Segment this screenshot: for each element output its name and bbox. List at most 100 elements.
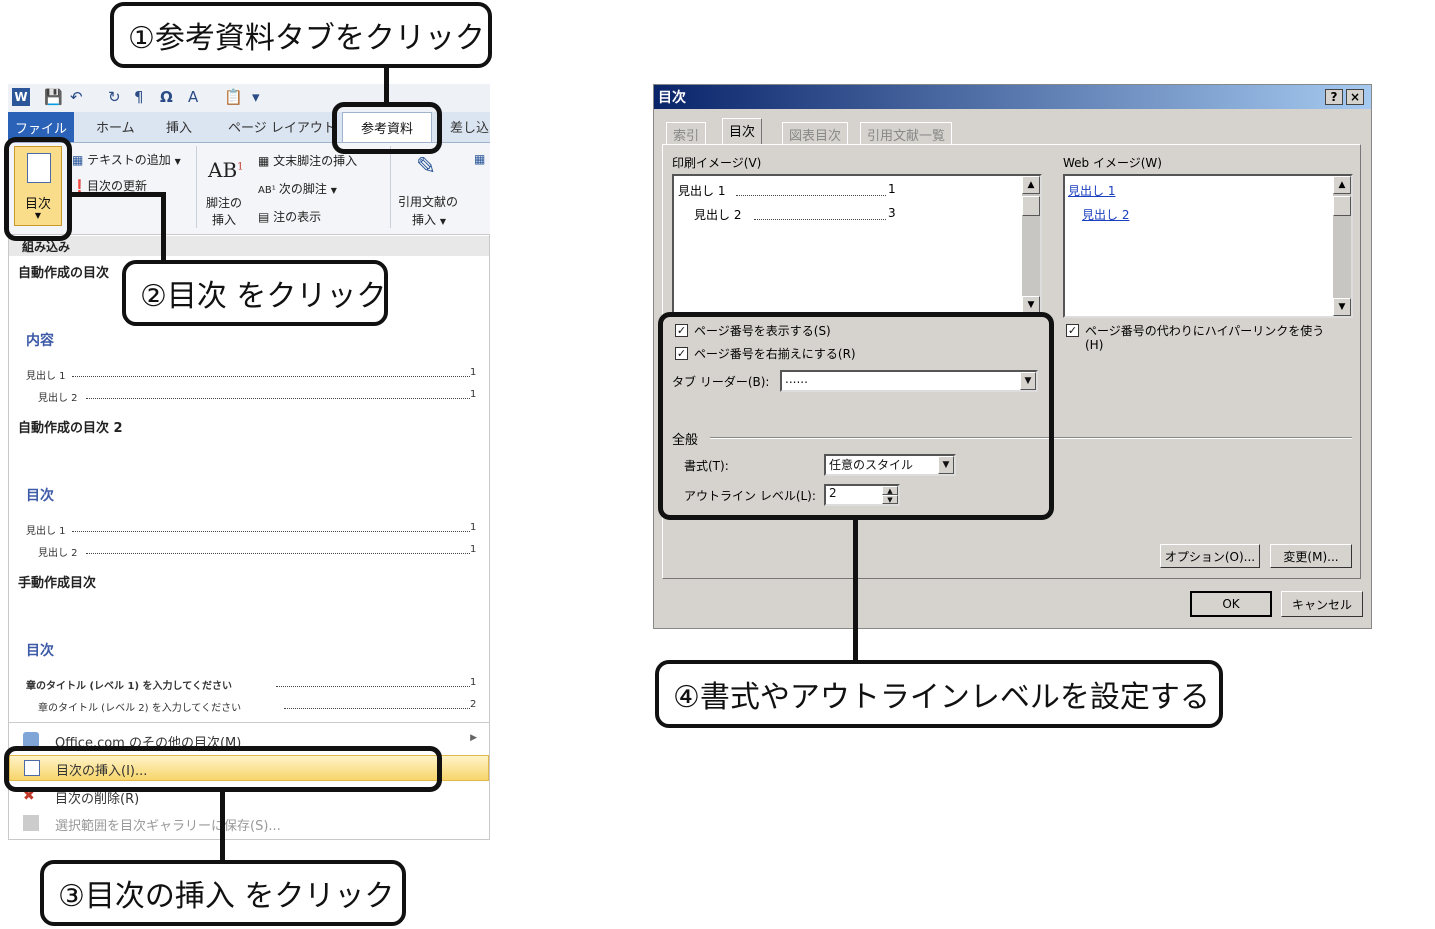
- redo-icon[interactable]: ↻: [108, 88, 121, 108]
- insert-citation-label2: 挿入 ▼: [412, 213, 446, 227]
- save-gallery-icon: [23, 815, 39, 831]
- paragraph-mark-icon[interactable]: ¶: [134, 88, 144, 108]
- tab-table-of-figures[interactable]: 図表目次: [782, 122, 849, 144]
- add-text-icon: ▦: [72, 153, 88, 167]
- web-preview-link: 見出し 1: [1068, 184, 1116, 198]
- preview-leader-dots: [736, 195, 886, 196]
- add-text-label: テキストの追加: [87, 153, 171, 167]
- hyperlinks-label: ページ番号の代わりにハイパーリンクを使う: [1085, 324, 1325, 338]
- options-button[interactable]: オプション(O)...: [1160, 544, 1260, 568]
- toc-leader-dots: [86, 553, 470, 554]
- insert-toc-highlight: [4, 746, 442, 792]
- save-selection-menu-item[interactable]: 選択範囲を目次ギャラリーに保存(S)...: [9, 811, 489, 837]
- callout-connector: [161, 192, 166, 264]
- tab-page-layout[interactable]: ページ レイアウト: [228, 117, 336, 136]
- hyperlinks-label-shortcut: (H): [1085, 338, 1104, 352]
- scroll-thumb[interactable]: [1022, 196, 1040, 216]
- chevron-right-icon: ▶: [470, 733, 477, 743]
- text-effects-icon[interactable]: A: [188, 88, 198, 108]
- toc-leader-dots: [72, 376, 470, 377]
- group-separator: [196, 146, 197, 228]
- hyperlinks-checkbox[interactable]: ✓: [1066, 324, 1079, 337]
- dropdown-arrow-icon: ▼: [330, 186, 337, 195]
- print-preview-page: 1: [888, 182, 896, 196]
- toc-line-text: 見出し 2: [38, 548, 78, 559]
- menu-divider: [9, 722, 489, 723]
- customize-qat-icon[interactable]: ▾: [252, 88, 260, 108]
- callout-step3: ③目次の挿入 をクリック: [40, 860, 406, 926]
- scroll-down-icon[interactable]: ▼: [1333, 298, 1351, 316]
- toc-line-page: 1: [470, 522, 477, 533]
- callout-connector: [70, 192, 166, 197]
- footnote-ab-icon: AB1: [208, 158, 244, 182]
- toc-line-text: 見出し 1: [26, 526, 66, 537]
- print-preview-line: 見出し 2: [694, 208, 742, 222]
- callout-step4: ④書式やアウトラインレベルを設定する: [655, 660, 1223, 728]
- toc-button-highlight: [4, 137, 72, 241]
- help-button[interactable]: ?: [1325, 89, 1343, 105]
- toc-leader-dots: [276, 686, 470, 687]
- update-toc-label: 目次の更新: [86, 179, 147, 193]
- preview-leader-dots: [754, 219, 886, 220]
- insert-footnote-button[interactable]: 脚注の: [206, 194, 242, 211]
- callout-connector: [853, 518, 858, 662]
- gallery-section-header: [9, 236, 489, 256]
- callout-connector: [220, 790, 225, 864]
- ok-button[interactable]: OK: [1190, 591, 1272, 617]
- scroll-thumb[interactable]: [1333, 196, 1351, 216]
- toc-line-text: 章のタイトル (レベル 1) を入力してください: [26, 681, 232, 692]
- toc-heading: 目次: [26, 488, 54, 504]
- callout-step1: ①参考資料タブをクリック: [110, 2, 492, 68]
- cancel-button[interactable]: キャンセル: [1281, 591, 1363, 617]
- tab-home[interactable]: ホーム: [96, 117, 135, 136]
- scroll-up-icon[interactable]: ▲: [1022, 176, 1040, 194]
- dialog-title: 目次: [654, 85, 1371, 109]
- add-text-button[interactable]: ▦ テキストの追加 ▼: [72, 151, 181, 168]
- toc-line-text: 章のタイトル (レベル 2) を入力してください: [38, 703, 242, 714]
- insert-citation-icon: ✎: [416, 152, 437, 180]
- insert-endnote-button[interactable]: ▦ 文末脚注の挿入: [258, 152, 357, 169]
- callout-step2: ②目次 をクリック: [122, 260, 388, 326]
- gallery-item-title: 手動作成目次: [18, 576, 97, 591]
- scroll-up-icon[interactable]: ▲: [1333, 176, 1351, 194]
- tab-insert[interactable]: 挿入: [166, 117, 192, 136]
- toc-leader-dots: [284, 708, 470, 709]
- symbol-omega-icon[interactable]: Ω: [160, 88, 173, 108]
- toc-line-page: 1: [470, 367, 477, 378]
- show-notes-icon: ▤: [258, 210, 274, 224]
- toc-line-page: 2: [470, 699, 477, 710]
- toc-heading: 目次: [26, 643, 54, 659]
- dropdown-arrow-icon: ▼: [174, 157, 181, 166]
- close-button[interactable]: ×: [1346, 89, 1364, 105]
- manage-sources-icon[interactable]: ▦: [474, 152, 485, 166]
- toc-leader-dots: [86, 398, 470, 399]
- dropdown-arrow-icon: ▼: [439, 217, 446, 226]
- tab-table-of-authorities[interactable]: 引用文献一覧: [860, 122, 953, 144]
- undo-icon[interactable]: ↶: [70, 88, 83, 108]
- web-preview-link: 見出し 2: [1082, 208, 1130, 222]
- toc-line-text: 見出し 2: [38, 393, 78, 404]
- web-preview-label: Web イメージ(W): [1063, 156, 1162, 170]
- format-settings-highlight: [658, 312, 1054, 520]
- update-icon: ❗: [72, 179, 87, 193]
- gallery-item-title: 自動作成の目次: [18, 266, 110, 281]
- insert-footnote-label2: 挿入: [212, 213, 237, 227]
- paste-icon[interactable]: 📋: [224, 88, 243, 108]
- tab-toc[interactable]: 目次: [722, 118, 763, 145]
- toc-line-page: 1: [470, 544, 477, 555]
- insert-citation-button[interactable]: 引用文献の: [398, 193, 458, 210]
- gallery-item-title: 自動作成の目次 2: [18, 421, 123, 436]
- next-footnote-button[interactable]: AB¹ 次の脚注 ▼: [258, 180, 337, 197]
- save-icon[interactable]: 💾: [44, 88, 63, 108]
- toc-line-text: 見出し 1: [26, 371, 66, 382]
- save-selection-label: 選択範囲を目次ギャラリーに保存(S)...: [55, 819, 281, 834]
- toc-line-page: 1: [470, 389, 477, 400]
- show-notes-button[interactable]: ▤ 注の表示: [258, 208, 321, 225]
- toc-leader-dots: [72, 531, 470, 532]
- tab-index[interactable]: 索引: [666, 122, 707, 144]
- modify-button[interactable]: 変更(M)...: [1270, 544, 1352, 568]
- tab-mailings[interactable]: 差し込: [450, 117, 489, 136]
- references-tab-highlight: [332, 102, 442, 154]
- print-preview-page: 3: [888, 206, 896, 220]
- callout-connector: [384, 64, 389, 104]
